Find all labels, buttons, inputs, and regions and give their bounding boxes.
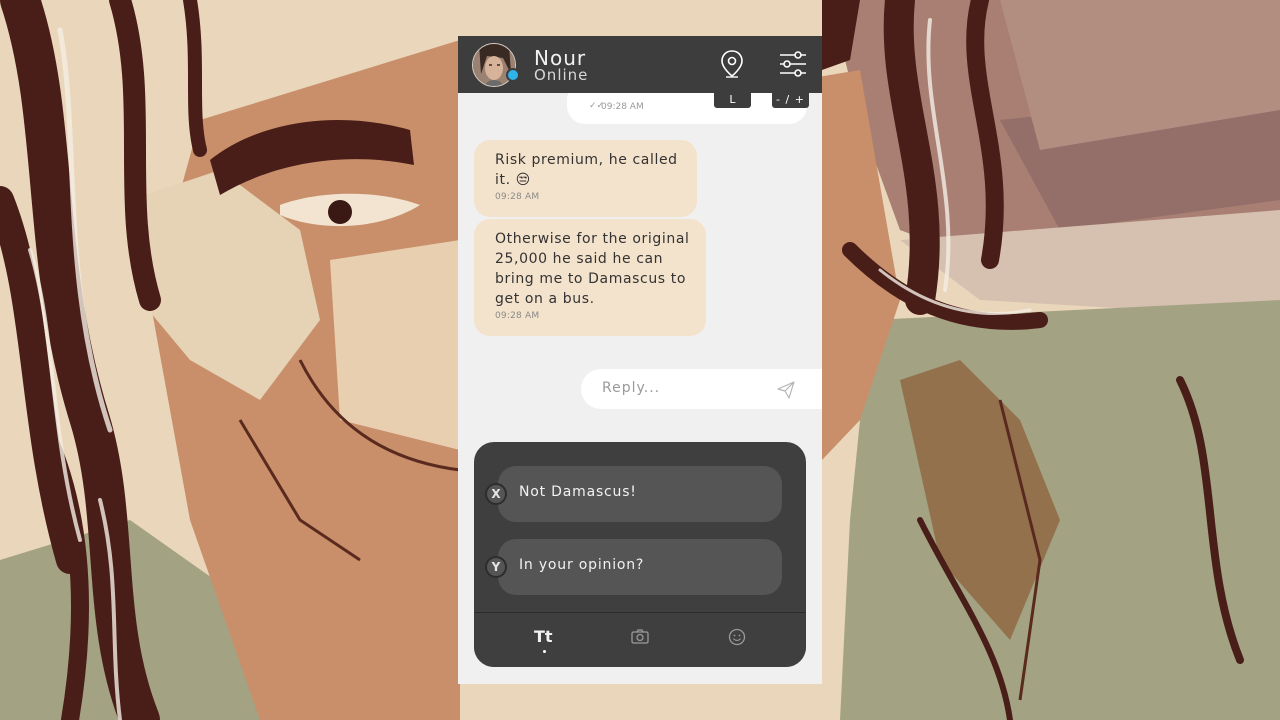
dialogue-choices-panel: Not Damascus! X In your opinion? Y Tt (474, 442, 806, 667)
reply-placeholder: Reply... (602, 380, 661, 396)
camera-icon[interactable] (630, 627, 650, 647)
choice-option-2[interactable]: In your opinion? (498, 539, 782, 595)
online-status-dot (506, 68, 520, 82)
message-time: 09:28 AM (495, 192, 540, 202)
phone-messenger: ✓✓ 09:28 AM Risk premium, he called it. … (458, 36, 822, 684)
message-text: Otherwise for the original 25,000 he sai… (495, 231, 690, 307)
input-toolbar: Tt (474, 612, 806, 667)
sliders-icon[interactable] (777, 48, 809, 80)
y-button-icon: Y (485, 556, 507, 578)
incoming-message-bubble: Otherwise for the original 25,000 he sai… (474, 219, 706, 336)
x-button-icon: X (485, 483, 507, 505)
choice-label: Not Damascus! (519, 484, 637, 500)
incoming-message-bubble: Risk premium, he called it. 😒 09:28 AM (474, 140, 697, 217)
smiley-icon[interactable] (727, 627, 747, 647)
location-key-hint: L (714, 92, 751, 108)
text-tool-button[interactable]: Tt (534, 627, 554, 647)
paper-plane-icon[interactable] (777, 381, 795, 399)
map-pin-icon[interactable] (716, 48, 748, 80)
message-time: 09:28 AM (495, 311, 540, 321)
choice-option-1[interactable]: Not Damascus! (498, 466, 782, 522)
choice-label: In your opinion? (519, 557, 645, 573)
active-tool-indicator (543, 650, 546, 653)
message-text: Risk premium, he called it. 😒 (495, 152, 678, 188)
contact-status: Online (534, 66, 589, 84)
message-time: 09:28 AM (601, 102, 644, 112)
reply-field[interactable]: Reply... (581, 369, 822, 409)
chat-header: Nour Online (458, 36, 822, 93)
zoom-key-hint: - / + (772, 92, 809, 108)
